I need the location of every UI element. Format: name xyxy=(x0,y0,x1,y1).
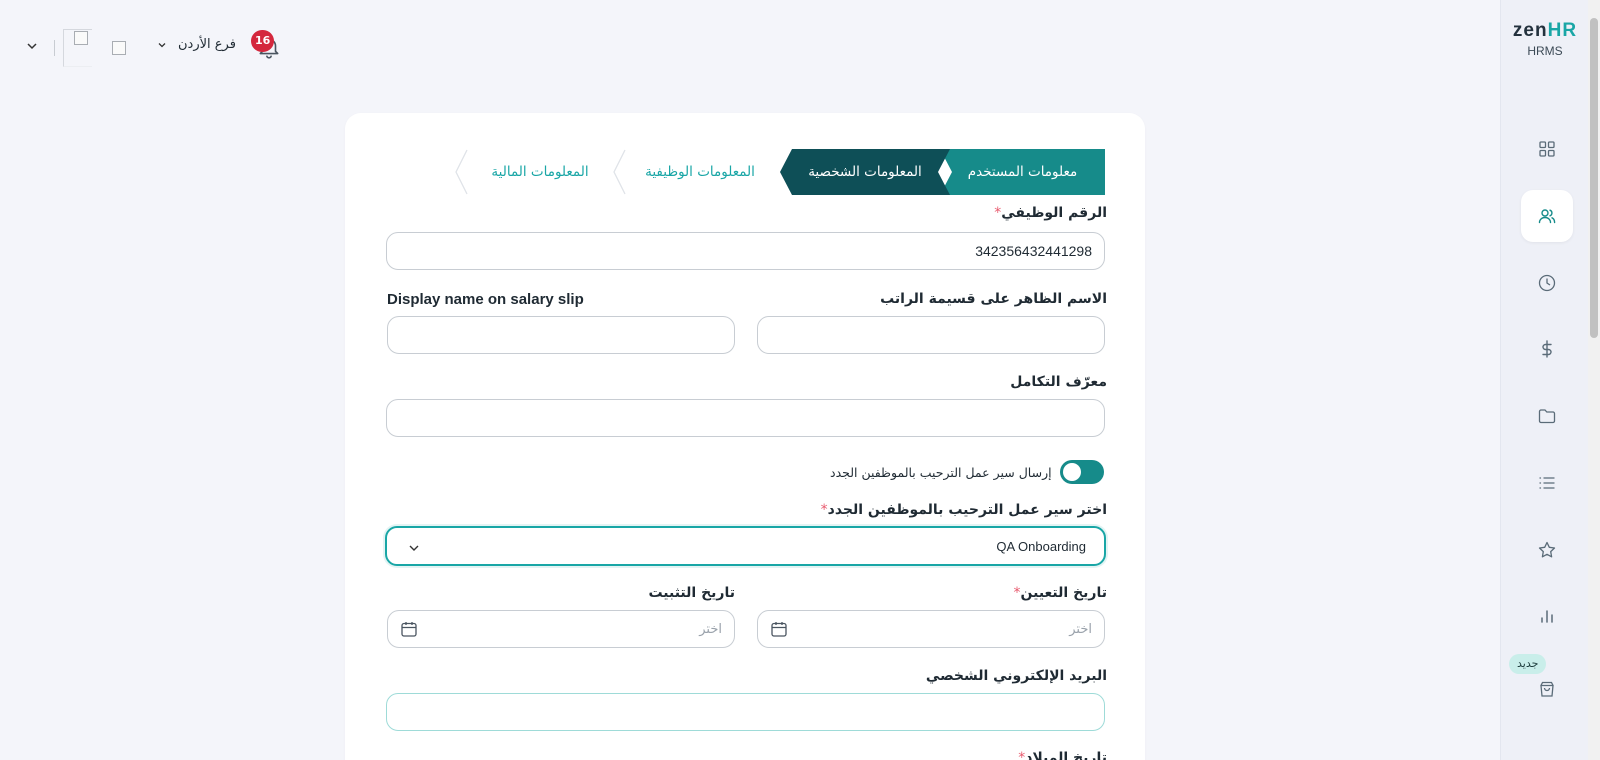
step-label: المعلومات الوظيفية xyxy=(645,164,755,180)
step-financial-info[interactable]: المعلومات المالية xyxy=(460,149,620,195)
salary-slip-name-en-label: Display name on salary slip xyxy=(387,291,584,308)
bar-chart-icon xyxy=(1541,610,1553,623)
chevron-down-icon xyxy=(409,545,419,551)
branch-name: فرع الأردن xyxy=(178,37,236,52)
folder-icon xyxy=(1538,409,1556,424)
hire-date-picker[interactable]: اختر xyxy=(757,610,1105,648)
salary-slip-name-en-field[interactable] xyxy=(387,316,735,354)
employee-id-label: الرقم الوظيفي* xyxy=(994,205,1107,221)
step-label: المعلومات الشخصية xyxy=(808,164,922,180)
confirmation-date-label: تاريخ التثبيت xyxy=(648,585,735,601)
toggle-knob xyxy=(1062,463,1081,481)
personal-email-field[interactable] xyxy=(386,693,1105,731)
sidebar-item-marketplace[interactable] xyxy=(1521,663,1573,715)
step-job-info[interactable]: المعلومات الوظيفية xyxy=(620,149,780,195)
sidebar-item-performance[interactable] xyxy=(1521,524,1573,576)
hire-date-placeholder: اختر xyxy=(1069,621,1092,637)
sidebar-item-payroll[interactable] xyxy=(1521,323,1573,375)
clock-icon xyxy=(1538,274,1556,292)
account-chevron-down-icon[interactable] xyxy=(24,38,40,54)
list-icon xyxy=(1539,477,1555,489)
calendar-icon xyxy=(401,622,417,637)
personal-email-label: البريد الإلكتروني الشخصي xyxy=(925,668,1107,684)
step-separator-icon xyxy=(455,149,468,195)
avatar-image xyxy=(74,31,88,45)
grid-icon xyxy=(1539,141,1555,157)
chevron-down-icon xyxy=(158,42,166,47)
onboarding-toggle-label: إرسال سير عمل الترحيب بالموظفين الجدد xyxy=(830,464,1052,480)
branch-selector[interactable]: فرع الأردن xyxy=(156,37,236,52)
hire-date-label: تاريخ التعيين* xyxy=(1013,585,1108,601)
calendar-icon xyxy=(771,622,787,637)
salary-slip-name-ar-field[interactable] xyxy=(757,316,1105,354)
onboarding-workflow-select[interactable]: QA Onboarding xyxy=(385,526,1106,566)
birth-date-label: تاريخ الميلاد* xyxy=(1018,750,1107,760)
sidebar-item-documents[interactable] xyxy=(1521,390,1573,442)
user-avatar[interactable] xyxy=(63,29,92,67)
sidebar-item-requests[interactable] xyxy=(1521,457,1573,509)
step-label: المعلومات المالية xyxy=(491,164,589,180)
scrollbar-thumb[interactable] xyxy=(1590,18,1598,338)
sidebar-item-employees[interactable] xyxy=(1521,190,1573,242)
step-user-info[interactable]: معلومات المستخدم xyxy=(940,149,1105,195)
integration-id-label: معرّف التكامل xyxy=(1010,374,1107,390)
sidebar-item-dashboard[interactable] xyxy=(1521,123,1573,175)
employee-id-field[interactable]: 342356432441298 xyxy=(386,232,1105,270)
topbar-divider xyxy=(54,40,55,56)
company-logo-image xyxy=(112,41,126,55)
step-label: معلومات المستخدم xyxy=(967,164,1078,180)
shopping-bag-icon xyxy=(1540,681,1554,697)
notification-count-badge: 16 xyxy=(251,30,275,52)
sidebar-item-attendance[interactable] xyxy=(1521,257,1573,309)
wizard-stepper: معلومات المستخدم المعلومات الشخصية المعل… xyxy=(455,149,1105,195)
main-sidebar: zenHR HRMS جديد xyxy=(1500,0,1588,760)
page-scrollbar[interactable] xyxy=(1588,0,1600,760)
onboarding-toggle-row: إرسال سير عمل الترحيب بالموظفين الجدد xyxy=(830,460,1104,484)
salary-slip-name-ar-label: الاسم الظاهر على قسيمة الراتب xyxy=(880,291,1107,307)
onboarding-toggle[interactable] xyxy=(1059,460,1104,484)
star-icon xyxy=(1538,541,1556,558)
step-personal-info[interactable]: المعلومات الشخصية xyxy=(780,149,950,195)
dollar-icon xyxy=(1542,340,1552,358)
sidebar-item-reports[interactable] xyxy=(1521,590,1573,642)
confirmation-date-placeholder: اختر xyxy=(699,621,722,637)
zenhr-logo[interactable]: zenHR HRMS xyxy=(1501,20,1589,58)
onboarding-workflow-label: اختر سير عمل الترحيب بالموظفين الجدد* xyxy=(820,502,1107,518)
users-icon xyxy=(1538,209,1556,224)
onboarding-workflow-value: QA Onboarding xyxy=(996,538,1086,554)
integration-id-field[interactable] xyxy=(386,399,1105,437)
employee-id-value: 342356432441298 xyxy=(975,243,1092,259)
confirmation-date-picker[interactable]: اختر xyxy=(387,610,735,648)
